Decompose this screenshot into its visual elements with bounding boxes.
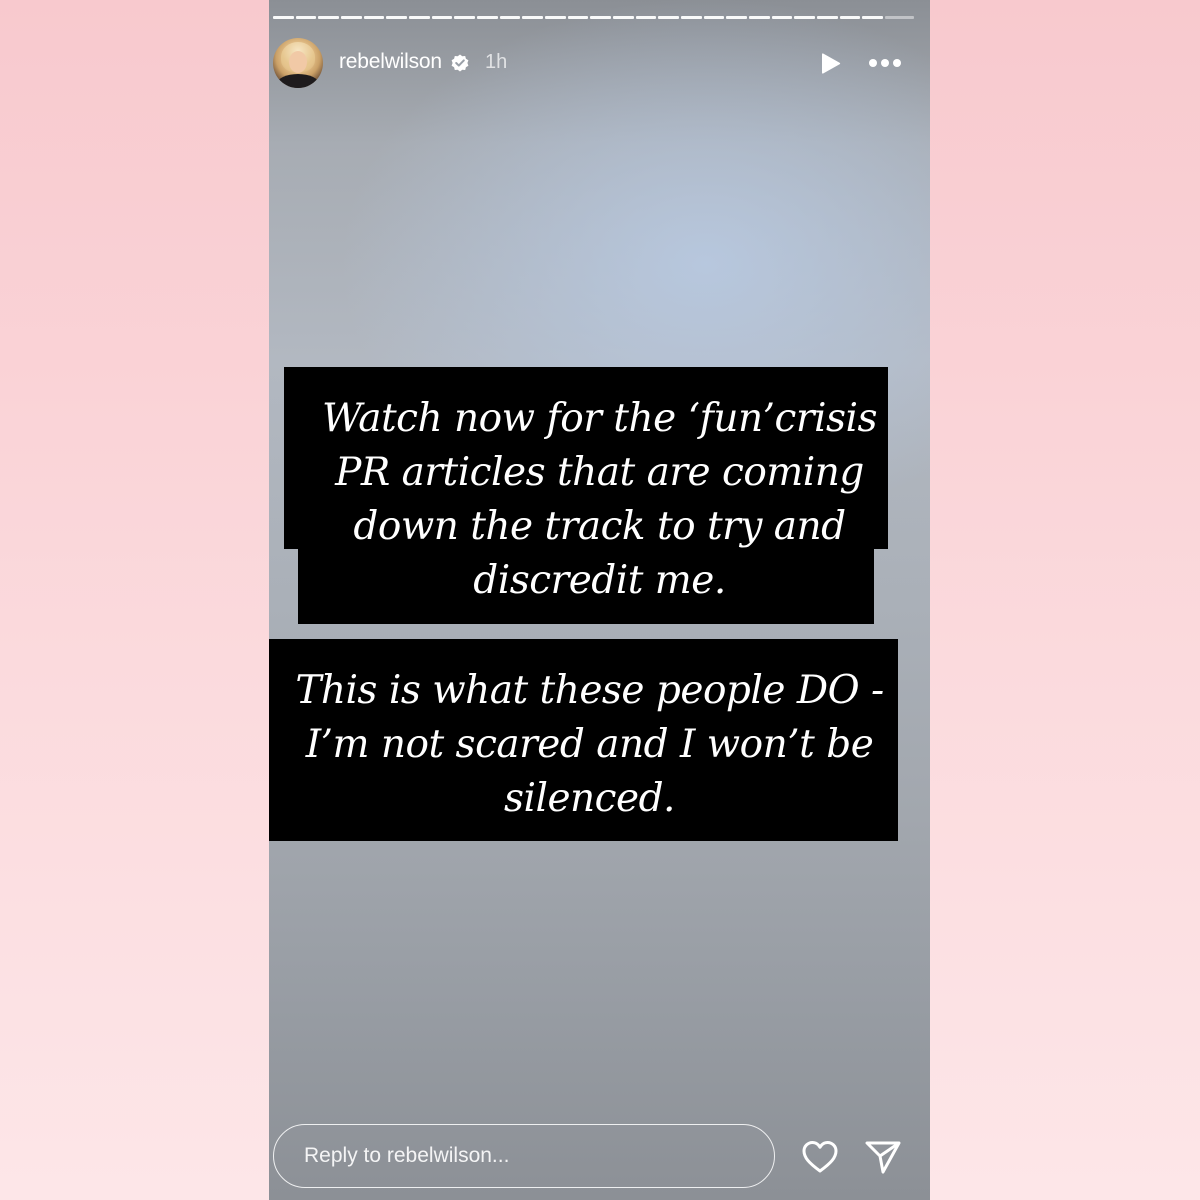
story-header: rebelwilson 1h xyxy=(273,38,913,88)
progress-segment xyxy=(771,16,793,19)
reply-input[interactable] xyxy=(273,1124,775,1188)
caption-1-line: down the track to try and xyxy=(353,504,846,549)
progress-segment xyxy=(318,16,340,19)
progress-segment xyxy=(590,16,612,19)
caption-1-line: Watch now for the ‘fun’crisis xyxy=(322,396,878,441)
progress-segment xyxy=(409,16,430,19)
avatar-face xyxy=(289,51,307,73)
progress-segment xyxy=(341,16,362,19)
caption-2-line: I’m not scared and I won’t be xyxy=(305,722,874,767)
progress-segment xyxy=(295,16,317,19)
heart-icon[interactable] xyxy=(801,1139,839,1175)
progress-segment xyxy=(613,16,634,19)
progress-segment xyxy=(862,16,884,19)
progress-segment xyxy=(749,16,770,19)
progress-segment xyxy=(703,16,725,19)
progress-segment xyxy=(522,16,544,19)
story-viewer[interactable]: rebelwilson 1h Watch now for the ‘fun’cr… xyxy=(269,0,930,1200)
progress-segment xyxy=(454,16,476,19)
progress-segment xyxy=(273,16,294,19)
progress-segment xyxy=(635,16,657,19)
progress-segment xyxy=(658,16,680,19)
progress-segment xyxy=(386,16,408,19)
progress-segment xyxy=(545,16,566,19)
username-link[interactable]: rebelwilson xyxy=(339,50,442,74)
story-progress-bar xyxy=(273,16,915,19)
avatar-dress xyxy=(277,74,319,88)
caption-2-line: This is what these people DO - xyxy=(295,668,884,713)
profile-avatar[interactable] xyxy=(273,38,323,88)
progress-segment xyxy=(363,16,385,19)
caption-1-line: discredit me. xyxy=(473,558,726,603)
play-icon[interactable] xyxy=(817,51,843,77)
send-icon[interactable] xyxy=(864,1139,902,1175)
progress-segment xyxy=(885,16,915,19)
progress-segment xyxy=(431,16,453,19)
progress-segment xyxy=(477,16,498,19)
caption-2: This is what these people DO - I’m not s… xyxy=(269,664,920,826)
progress-segment xyxy=(681,16,702,19)
caption-1-line: PR articles that are coming xyxy=(335,450,864,495)
caption-2-line: silenced. xyxy=(504,776,675,821)
progress-segment xyxy=(499,16,521,19)
more-options-icon[interactable] xyxy=(867,56,903,70)
progress-segment xyxy=(794,16,816,19)
progress-segment xyxy=(567,16,589,19)
post-time: 1h xyxy=(485,51,508,73)
caption-1: Watch now for the ‘fun’crisis PR article… xyxy=(269,392,930,608)
progress-segment xyxy=(726,16,748,19)
progress-segment xyxy=(839,16,861,19)
verified-badge-icon xyxy=(451,54,469,72)
progress-segment xyxy=(817,16,838,19)
